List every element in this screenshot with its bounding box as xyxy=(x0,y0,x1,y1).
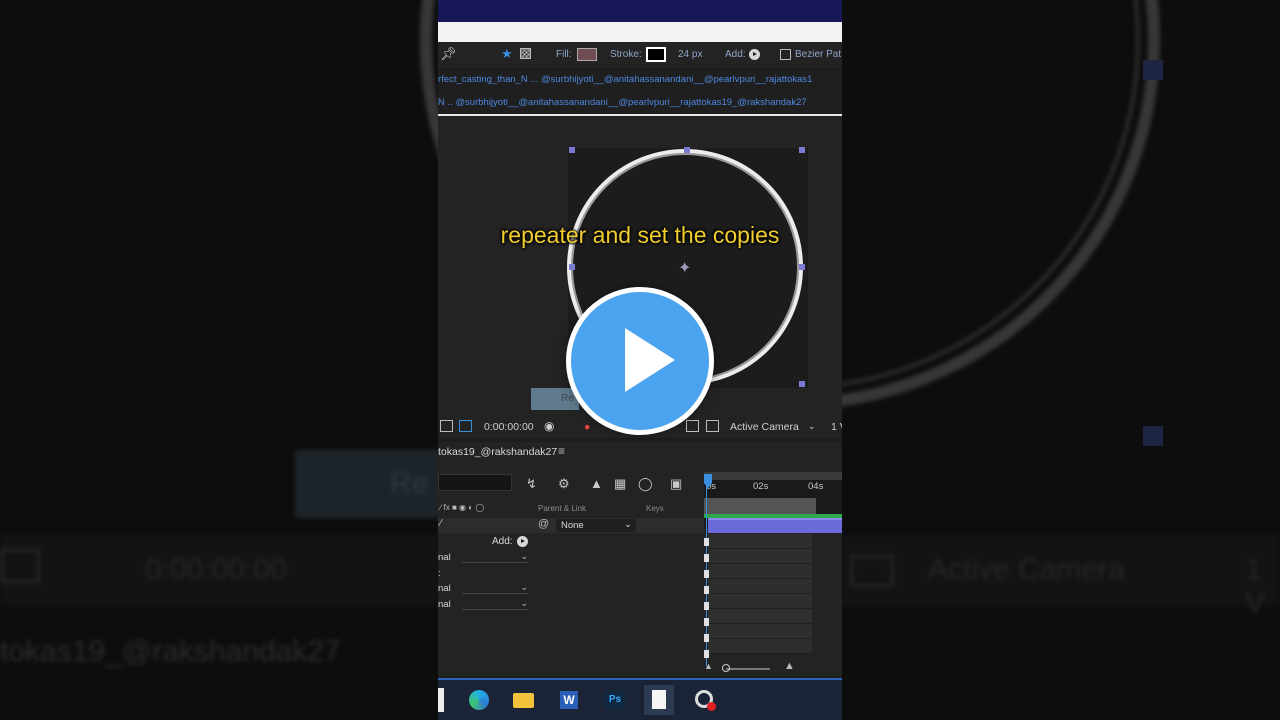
checkerboard-icon[interactable] xyxy=(520,48,531,59)
composition-tab-row[interactable]: rfect_casting_than_N ... @surbhijyoti__@… xyxy=(438,70,842,90)
play-icon xyxy=(625,328,675,392)
switches-icons: ∕ fx ■ ◉ ◐ ◯ xyxy=(440,503,485,512)
draft-3d-icon[interactable]: ⚙ xyxy=(558,476,570,492)
bounding-handle[interactable] xyxy=(799,264,805,270)
bounding-handle[interactable] xyxy=(799,147,805,153)
keyframe-marker[interactable] xyxy=(704,650,709,658)
keyframe-marker[interactable] xyxy=(704,538,709,546)
play-button[interactable] xyxy=(566,287,714,435)
pen-icon: ∕ xyxy=(440,518,442,529)
region-of-interest-icon[interactable] xyxy=(686,420,699,432)
timeline-zoom-slider[interactable]: ▲ ▲ xyxy=(704,660,842,676)
chevron-down-icon: ⌄ xyxy=(624,519,632,530)
views-dropdown[interactable]: 1 V xyxy=(831,421,842,433)
property-label: : xyxy=(438,568,441,579)
menu-bar xyxy=(438,22,842,42)
hamburger-menu-icon[interactable]: ≡ xyxy=(558,444,565,458)
layer-duration-bar[interactable] xyxy=(708,518,842,533)
monitor-icon[interactable] xyxy=(440,420,453,432)
keyframe-marker[interactable] xyxy=(704,570,709,578)
tab-path-2[interactable]: N .. @surbhijyoti__@anitahassanandani__@… xyxy=(438,97,807,108)
tools-panel: 📌︎ ★ Fill: Stroke: 24 px Add: Bezier Pat xyxy=(438,42,842,68)
parent-link-header: Parent & Link xyxy=(538,504,587,513)
property-label: nal xyxy=(438,599,451,610)
zoom-in-icon[interactable]: ▲ xyxy=(784,660,795,672)
fill-label[interactable]: Fill: xyxy=(556,49,572,60)
composition-breadcrumb[interactable]: N .. @surbhijyoti__@anitahassanandani__@… xyxy=(438,92,842,116)
ruler-label: 02s xyxy=(753,481,769,492)
word-icon[interactable]: W xyxy=(554,685,584,715)
contents-add-label: Add: xyxy=(492,536,513,547)
keyframe-marker[interactable] xyxy=(704,618,709,626)
layer-search-input[interactable] xyxy=(438,474,512,491)
edge-browser-icon[interactable] xyxy=(464,685,494,715)
taskbar-edge xyxy=(438,688,444,712)
preview-range xyxy=(704,498,816,514)
keyframe-marker[interactable] xyxy=(704,554,709,562)
snapshot-camera-icon[interactable]: ◉ xyxy=(544,419,554,433)
screen-recorder-icon[interactable] xyxy=(690,685,720,715)
timeline-panel: tokas19_@rakshandak27 ≡ ↯ ⚙ ▲ ▦ ◯ ▣ 0s 0… xyxy=(438,442,842,676)
property-label: nal xyxy=(438,552,451,563)
fill-color-swatch[interactable] xyxy=(577,48,597,61)
timeline-comp-tab[interactable]: tokas19_@rakshandak27 xyxy=(438,446,557,458)
keyframe-marker[interactable] xyxy=(704,634,709,642)
parent-dropdown[interactable]: None ⌄ xyxy=(556,519,636,532)
work-area-bar[interactable] xyxy=(704,472,842,480)
notepad-icon[interactable] xyxy=(644,685,674,715)
chevron-down-icon[interactable]: ⌄ xyxy=(808,421,816,432)
file-explorer-icon[interactable] xyxy=(508,685,538,715)
video-caption: repeater and set the copies xyxy=(500,222,780,248)
add-menu-button[interactable] xyxy=(749,49,760,60)
keyframe-marker[interactable] xyxy=(704,586,709,594)
camera-dropdown[interactable]: Active Camera xyxy=(730,421,799,433)
anchor-point-icon[interactable]: ✦ xyxy=(678,258,691,278)
bezier-path-label: Bezier Pat xyxy=(795,49,842,60)
stroke-label[interactable]: Stroke: xyxy=(610,49,642,60)
tab-path-1[interactable]: rfect_casting_than_N ... @surbhijyoti__@… xyxy=(438,74,812,85)
bounding-handle[interactable] xyxy=(569,147,575,153)
comp-mini-flowchart-icon[interactable]: ↯ xyxy=(526,476,537,492)
pin-icon[interactable]: 📌︎ xyxy=(440,46,457,62)
property-dropdown[interactable]: ⌄ xyxy=(462,598,528,610)
zoom-handle[interactable] xyxy=(722,664,730,672)
frame-blending-icon[interactable]: ▦ xyxy=(614,476,626,492)
stroke-color-swatch[interactable] xyxy=(646,47,666,62)
pickwhip-icon[interactable]: @ xyxy=(538,518,549,530)
column-headers: ∕ fx ■ ◉ ◐ ◯ Parent & Link Keys xyxy=(438,503,704,516)
bounding-handle[interactable] xyxy=(799,381,805,387)
timecode[interactable]: 0:00:00:00 xyxy=(484,421,534,433)
transparency-grid-icon[interactable] xyxy=(706,420,719,432)
bezier-path-checkbox[interactable] xyxy=(780,49,791,60)
contents-add-button[interactable] xyxy=(517,536,528,547)
zoom-out-icon[interactable]: ▲ xyxy=(704,661,713,671)
keyframe-marker[interactable] xyxy=(704,602,709,610)
graph-editor-icon[interactable]: ▣ xyxy=(670,476,682,492)
property-dropdown[interactable]: ⌄ xyxy=(462,582,528,594)
windows-taskbar: W Ps xyxy=(438,678,842,720)
bounding-handle[interactable] xyxy=(684,147,690,153)
title-bar xyxy=(438,0,842,22)
property-label: nal xyxy=(438,583,451,594)
bounding-handle[interactable] xyxy=(569,264,575,270)
photoshop-icon[interactable]: Ps xyxy=(600,685,630,715)
mask-visibility-icon[interactable] xyxy=(459,420,472,432)
property-dropdown[interactable]: ⌄ xyxy=(462,551,528,563)
stroke-width-value[interactable]: 24 px xyxy=(678,49,702,60)
keys-header: Keys xyxy=(646,504,664,513)
motion-blur-icon[interactable]: ◯ xyxy=(638,476,653,492)
add-label: Add: xyxy=(725,49,746,60)
color-channels-icon[interactable]: ● xyxy=(584,421,590,433)
shy-layers-icon[interactable]: ▲ xyxy=(590,476,603,491)
ruler-label: 04s xyxy=(808,481,824,492)
star-icon[interactable]: ★ xyxy=(501,46,513,62)
